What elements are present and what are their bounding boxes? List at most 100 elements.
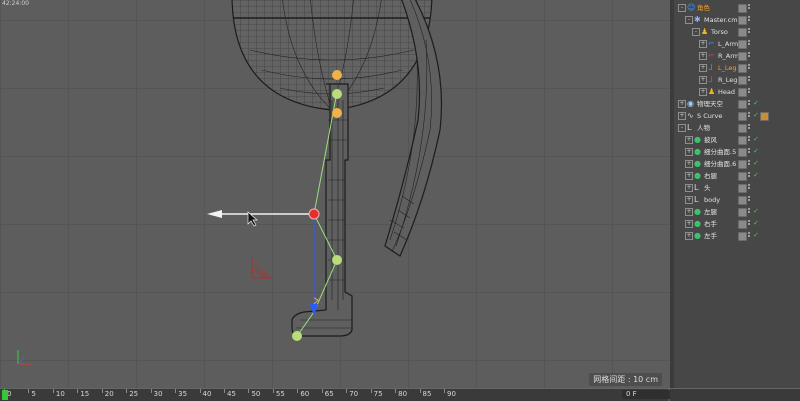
visibility-dots-icon[interactable] <box>748 184 751 192</box>
layer-tag-icon[interactable] <box>738 208 747 217</box>
enabled-check-icon[interactable]: ✓ <box>753 231 759 239</box>
layer-tag-icon[interactable] <box>738 220 747 229</box>
object-label[interactable]: S Curve <box>697 112 722 120</box>
object-label[interactable]: L_Leg <box>718 64 737 72</box>
layer-tag-icon[interactable] <box>738 112 747 121</box>
joint-knee[interactable] <box>332 255 342 265</box>
visibility-dots-icon[interactable] <box>748 220 751 228</box>
enabled-check-icon[interactable]: ✓ <box>753 207 759 215</box>
object-label[interactable]: 人物 <box>697 124 710 132</box>
visibility-dots-icon[interactable] <box>748 64 751 72</box>
object-row[interactable]: + ● 细分曲面.5 ✓ <box>674 146 800 158</box>
visibility-dots-icon[interactable] <box>748 40 751 48</box>
expand-toggle-icon[interactable]: + <box>685 172 693 180</box>
visibility-dots-icon[interactable] <box>748 88 751 96</box>
expand-toggle-icon[interactable]: + <box>699 76 707 84</box>
expand-toggle-icon[interactable]: + <box>699 40 707 48</box>
enabled-check-icon[interactable]: ✓ <box>753 147 759 155</box>
object-row[interactable]: + ● 右腿 ✓ <box>674 170 800 182</box>
expand-toggle-icon[interactable]: + <box>699 52 707 60</box>
object-row[interactable]: + Lbody <box>674 194 800 206</box>
object-row[interactable]: + ⅃ R_Leg <box>674 74 800 86</box>
3d-viewport[interactable]: 42:24:00 网格间距: 10 cm <box>0 0 670 388</box>
object-label[interactable]: 物理天空 <box>697 100 723 108</box>
visibility-dots-icon[interactable] <box>748 148 751 156</box>
expand-toggle-icon[interactable]: + <box>699 64 707 72</box>
enabled-check-icon[interactable]: ✓ <box>753 111 759 119</box>
move-arrow[interactable] <box>207 210 314 218</box>
scene-canvas[interactable] <box>0 0 670 388</box>
object-row[interactable]: + ◉ 物理天空 ✓ <box>674 98 800 110</box>
playhead[interactable] <box>2 390 8 400</box>
object-label[interactable]: 右手 <box>704 220 717 228</box>
expand-toggle-icon[interactable]: + <box>685 232 693 240</box>
object-row[interactable]: + ♟ Head <box>674 86 800 98</box>
expand-toggle-icon[interactable]: + <box>678 112 686 120</box>
layer-tag-icon[interactable] <box>738 76 747 85</box>
object-row[interactable]: + ⌐ R_Arm <box>674 50 800 62</box>
object-label[interactable]: Master.cmp <box>704 16 742 24</box>
joint-top[interactable] <box>332 70 342 80</box>
expand-toggle-icon[interactable]: - <box>685 16 693 24</box>
object-label[interactable]: 角色 <box>697 4 710 12</box>
object-label[interactable]: Head <box>718 88 735 96</box>
visibility-dots-icon[interactable] <box>748 4 751 12</box>
object-row[interactable]: - L 人物 <box>674 122 800 134</box>
layer-tag-icon[interactable] <box>738 232 747 241</box>
current-frame-field[interactable]: 0 F <box>622 390 670 399</box>
object-label[interactable]: R_Leg <box>718 76 737 84</box>
visibility-dots-icon[interactable] <box>748 124 751 132</box>
visibility-dots-icon[interactable] <box>748 28 751 36</box>
layer-tag-icon[interactable] <box>738 196 747 205</box>
visibility-dots-icon[interactable] <box>748 196 751 204</box>
joint-upper[interactable] <box>332 108 342 118</box>
visibility-dots-icon[interactable] <box>748 52 751 60</box>
object-label[interactable]: Torso <box>711 28 728 36</box>
joint-foot[interactable] <box>292 331 302 341</box>
object-label[interactable]: 左手 <box>704 232 717 240</box>
object-row[interactable]: - ♟ Torso <box>674 26 800 38</box>
enabled-check-icon[interactable]: ✓ <box>753 99 759 107</box>
visibility-dots-icon[interactable] <box>748 172 751 180</box>
visibility-dots-icon[interactable] <box>748 208 751 216</box>
expand-toggle-icon[interactable]: + <box>685 148 693 156</box>
object-row[interactable]: + ⅃ L_Leg <box>674 62 800 74</box>
object-label[interactable]: 右腿 <box>704 172 717 180</box>
layer-tag-icon[interactable] <box>738 100 747 109</box>
object-manager[interactable]: - ☺ 角色 - ✱ Master.cmp - ♟ Torso + ⌐ L_Arm + ⌐ R_Arm + ⅃ L… <box>674 0 800 388</box>
expand-toggle-icon[interactable]: + <box>685 160 693 168</box>
visibility-dots-icon[interactable] <box>748 160 751 168</box>
layer-tag-icon[interactable] <box>738 16 747 25</box>
layer-tag-icon[interactable] <box>738 52 747 61</box>
object-label[interactable]: body <box>704 196 720 204</box>
visibility-dots-icon[interactable] <box>748 136 751 144</box>
layer-tag-icon[interactable] <box>738 64 747 73</box>
layer-tag-icon[interactable] <box>738 136 747 145</box>
expand-toggle-icon[interactable]: + <box>678 100 686 108</box>
object-row[interactable]: + ● 左手 ✓ <box>674 230 800 242</box>
layer-tag-icon[interactable] <box>738 4 747 13</box>
timeline[interactable]: 0 5 10 15 20 25 30 35 40 45 50 55 60 65 70 75 80 85 90 0 F <box>0 388 800 401</box>
visibility-dots-icon[interactable] <box>748 232 751 240</box>
object-row[interactable]: + ● 披风 ✓ <box>674 134 800 146</box>
object-row[interactable]: + L 头 <box>674 182 800 194</box>
object-row[interactable]: - ☺ 角色 <box>674 2 800 14</box>
enabled-check-icon[interactable]: ✓ <box>753 219 759 227</box>
ik-handle[interactable] <box>308 208 320 220</box>
object-row[interactable]: - ✱ Master.cmp <box>674 14 800 26</box>
object-label[interactable]: L_Arm <box>718 40 738 48</box>
layer-tag-icon[interactable] <box>738 148 747 157</box>
layer-tag-icon[interactable] <box>738 28 747 37</box>
expand-toggle-icon[interactable]: - <box>692 28 700 36</box>
expand-toggle-icon[interactable]: + <box>685 136 693 144</box>
visibility-dots-icon[interactable] <box>748 16 751 24</box>
expand-toggle-icon[interactable]: + <box>699 88 707 96</box>
layer-tag-icon[interactable] <box>738 124 747 133</box>
layer-tag-icon[interactable] <box>738 172 747 181</box>
enabled-check-icon[interactable]: ✓ <box>753 159 759 167</box>
expand-toggle-icon[interactable]: + <box>685 220 693 228</box>
expand-toggle-icon[interactable]: + <box>685 184 693 192</box>
object-row[interactable]: + ● 右手 ✓ <box>674 218 800 230</box>
visibility-dots-icon[interactable] <box>748 112 751 120</box>
expand-toggle-icon[interactable]: + <box>685 208 693 216</box>
